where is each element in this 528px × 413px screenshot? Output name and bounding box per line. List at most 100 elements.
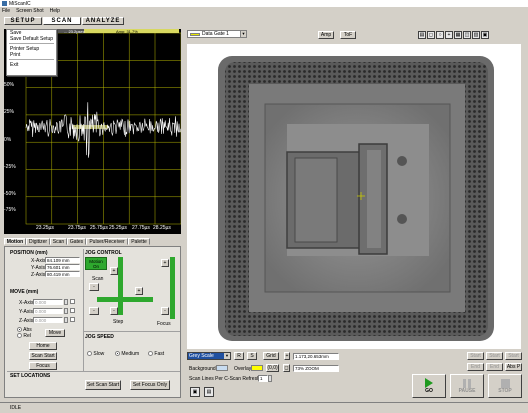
scan-lines-input[interactable]: 1 [258,375,268,382]
y-tick-neg25: -25% [4,164,16,170]
zoom-out-icon[interactable]: ○ [436,31,444,39]
menu-help[interactable]: Help [50,8,60,14]
y-tick-50: 50% [4,82,15,88]
move-y-label: Y-Axis [19,309,33,315]
zoom-box-icon[interactable]: ◻ [427,31,435,39]
move-x-checkbox[interactable] [70,299,75,304]
jog-y-slider[interactable] [118,257,123,315]
speed-slow-dot[interactable] [87,351,92,357]
focus-down-button[interactable]: - [161,307,169,315]
gate-select[interactable]: Data Gate 1 ▼ [187,30,247,38]
set-focus-only-button[interactable]: Set Focus Only [130,380,170,390]
menu-screen-shot[interactable]: Screen Shot [16,8,44,14]
scan-jog-label: Scan [92,276,104,282]
start-button-1[interactable]: Start [467,352,484,360]
cursor-button[interactable]: + [284,352,290,360]
menu-item-exit[interactable]: Exit [7,62,56,68]
x-tick-5: 27.75µs [132,225,150,231]
speed-medium[interactable]: Medium [115,351,139,357]
menu-item-save-default-setup[interactable]: Save Default Setup [7,36,56,42]
jog-scan-minus-2[interactable]: - [89,307,99,315]
move-x-spinner[interactable] [64,299,68,305]
overlay-color-swatch[interactable] [251,365,263,371]
start-button-3[interactable]: Start [505,352,522,360]
focus-slider[interactable] [170,257,175,319]
overlay-value-button[interactable]: (0,0) [266,364,279,372]
focus-button[interactable]: Focus [29,362,57,370]
overlay-toggle-button[interactable]: ◻ [283,364,290,372]
layout-icon[interactable]: ◫ [463,31,471,39]
tab-setup[interactable]: SETUP [4,17,42,25]
scan-lines-spinner[interactable] [268,375,272,382]
stop-button[interactable]: STOP [488,374,522,398]
x-tick-4: 25.25µs [109,225,127,231]
y-tick-0: 0% [4,137,12,143]
speed-fast-dot[interactable] [148,351,153,357]
move-z-input[interactable]: 0.000 [33,317,63,323]
pause-button[interactable]: PAUSE [450,374,484,398]
home-button[interactable]: Home [29,342,57,350]
go-button[interactable]: GO [412,374,446,398]
move-x-input[interactable]: 0.000 [33,299,63,305]
move-y-spinner[interactable] [64,308,68,314]
save-image-icon[interactable]: ▣ [190,387,200,397]
crosshair-icon[interactable]: + [445,31,453,39]
jog-down-button[interactable]: - [110,307,118,315]
focus-up-button[interactable]: + [161,259,169,267]
table-icon[interactable]: ▥ [472,31,480,39]
move-z-spinner[interactable] [64,317,68,323]
end-button-1[interactable]: End [467,363,484,371]
abs-p-button[interactable]: Abs P [505,363,522,371]
x-tick-1: 23.25µs [36,225,54,231]
panel-divider [83,249,84,371]
s-button[interactable]: S [247,352,257,360]
speed-slow[interactable]: Slow [87,351,104,357]
palette-select[interactable]: Grey Scale ▼ [187,352,231,360]
set-scan-start-button[interactable]: Set Scan Start [85,380,121,390]
menu-file[interactable]: File [2,8,10,14]
print-icon[interactable]: ▤ [418,31,426,39]
move-x-label: X-Axis [19,300,34,306]
background-color-swatch[interactable] [216,365,228,371]
jog-scan-minus[interactable]: - [89,283,99,291]
grid-button[interactable]: Grid [263,352,279,360]
jog-x-slider[interactable] [97,297,153,302]
tof-button[interactable]: ToF [340,31,356,39]
tab-palette[interactable]: Palette [128,238,150,245]
start-button-2[interactable]: Start [486,352,503,360]
move-z-checkbox[interactable] [70,317,75,322]
rel-radio-dot[interactable] [17,333,22,339]
grid-icon[interactable]: ▦ [454,31,462,39]
abs-radio-dot[interactable] [17,327,22,333]
jog-speed-header: JOG SPEED [85,334,114,340]
speed-medium-dot[interactable] [115,351,120,357]
expand-icon[interactable]: ▣ [481,31,489,39]
tab-gates[interactable]: Gates [67,238,86,245]
gate-select-value: Data Gate 1 [202,31,229,37]
cscan-image-view[interactable] [187,44,521,349]
amp-button[interactable]: Amp [318,31,334,39]
tab-scan-settings[interactable]: Scan [50,238,67,245]
tab-digitizer[interactable]: Digitizer [26,238,50,245]
tab-scan[interactable]: SCAN [43,17,81,25]
jog-right-button[interactable]: + [135,287,143,295]
end-button-2[interactable]: End [486,363,503,371]
chevron-down-icon[interactable]: ▼ [224,353,230,359]
motion-on-toggle[interactable]: Motion On [85,257,107,270]
r-button[interactable]: R [234,352,244,360]
rel-radio[interactable]: Rel [17,333,31,339]
export-image-icon[interactable]: ▤ [204,387,214,397]
chevron-down-icon[interactable]: ▼ [240,31,246,37]
move-button[interactable]: Move [45,329,65,337]
left-tab-strip: Motion Digitizer Scan Gates Pulser/Recei… [4,238,181,246]
tab-pulser-receiver[interactable]: Pulser/Receiver [86,238,128,245]
jog-up-button[interactable]: + [110,267,118,275]
speed-fast[interactable]: Fast [148,351,164,357]
move-y-checkbox[interactable] [70,308,75,313]
tab-analyze[interactable]: ANALYZE [82,17,124,25]
overlay-label: Overlay [234,366,252,372]
move-y-input[interactable]: 0.000 [33,308,63,314]
scan-start-button[interactable]: Scan Start [29,352,57,360]
status-text: IDLE [10,405,22,411]
tab-motion[interactable]: Motion [4,238,26,245]
